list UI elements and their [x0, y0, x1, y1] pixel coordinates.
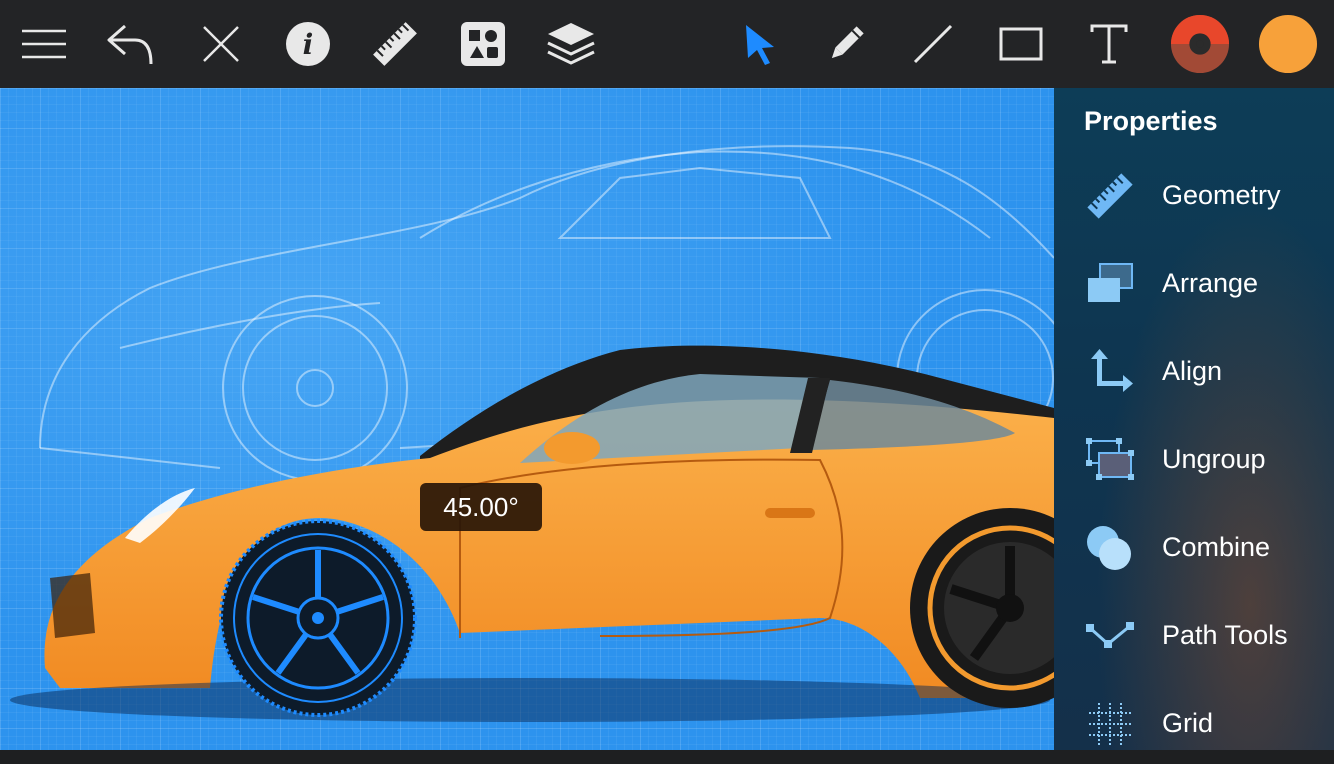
panel-item-label: Ungroup — [1162, 444, 1266, 474]
ruler-icon[interactable] — [365, 14, 425, 74]
panel-item-label: Path Tools — [1162, 620, 1288, 650]
panel-item-arrange[interactable]: Arrange — [1054, 244, 1334, 324]
svg-text:i: i — [303, 28, 314, 61]
panel-title: Properties — [1084, 106, 1218, 136]
arrange-icon — [1082, 256, 1138, 312]
layers-icon[interactable] — [541, 14, 601, 74]
panel-item-label: Geometry — [1162, 180, 1281, 210]
grid-icon — [1082, 696, 1138, 752]
panel-item-ungroup[interactable]: Ungroup — [1054, 420, 1334, 500]
panel-item-grid[interactable]: Grid — [1054, 684, 1334, 764]
panel-item-label: Arrange — [1162, 268, 1259, 298]
orange-car[interactable] — [10, 345, 1054, 722]
shapes-icon[interactable] — [453, 14, 513, 74]
front-wheel-selected[interactable] — [219, 519, 417, 717]
text-icon[interactable] — [1079, 14, 1139, 74]
ruler-icon — [1082, 168, 1138, 224]
info-icon[interactable]: i — [278, 14, 338, 74]
fill-color-swatch[interactable] — [1258, 14, 1318, 74]
top-toolbar: i — [0, 0, 1334, 88]
menu-icon[interactable] — [14, 14, 74, 74]
panel-item-label: Align — [1162, 356, 1223, 386]
panel-item-path-tools[interactable]: Path Tools — [1054, 596, 1334, 676]
panel-item-combine[interactable]: Combine — [1054, 508, 1334, 588]
combine-icon — [1082, 520, 1138, 576]
panel-item-geometry[interactable]: Geometry — [1054, 156, 1334, 236]
ungroup-icon — [1082, 432, 1138, 488]
properties-panel: Properties Geometry Arrange Align Ungrou… — [1054, 88, 1334, 750]
stroke-color-swatch[interactable] — [1170, 14, 1230, 74]
close-icon[interactable] — [191, 14, 251, 74]
panel-item-label: Combine — [1162, 532, 1271, 562]
angle-readout: 45.00° — [420, 483, 542, 531]
drawing-canvas[interactable]: 45.00° — [0, 88, 1054, 750]
align-icon — [1082, 344, 1138, 400]
panel-item-align[interactable]: Align — [1054, 332, 1334, 412]
undo-icon[interactable] — [100, 14, 160, 74]
rectangle-icon[interactable] — [991, 14, 1051, 74]
panel-item-label: Grid — [1162, 708, 1214, 738]
select-arrow-icon[interactable] — [730, 14, 790, 74]
line-icon[interactable] — [903, 14, 963, 74]
path-tools-icon — [1082, 608, 1138, 664]
pencil-icon[interactable] — [816, 14, 876, 74]
